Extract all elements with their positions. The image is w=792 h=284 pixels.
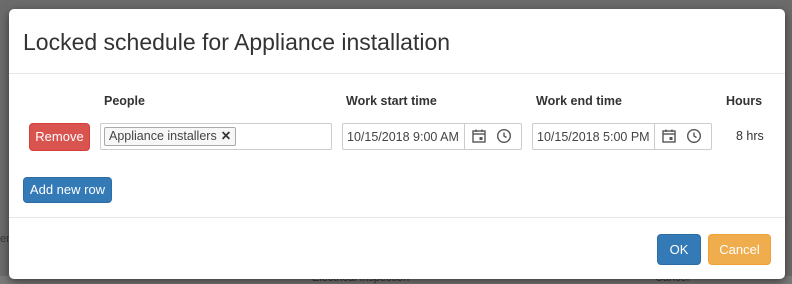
start-column-header: Work start time <box>346 94 437 108</box>
cancel-button[interactable]: Cancel <box>708 234 771 265</box>
people-column-header: People <box>104 94 145 108</box>
hours-column-header: Hours <box>726 94 763 108</box>
start-datetime-input[interactable]: 10/15/2018 9:00 AM <box>342 123 522 150</box>
end-picker-icons <box>654 124 711 149</box>
clock-icon[interactable] <box>686 128 702 144</box>
ok-button[interactable]: OK <box>657 234 701 265</box>
remove-row-button[interactable]: Remove <box>29 123 90 151</box>
dialog-header: Locked schedule for Appliance installati… <box>9 9 785 74</box>
people-input[interactable]: Appliance installers ✕ <box>100 123 332 150</box>
clock-icon[interactable] <box>496 128 512 144</box>
dialog-footer-divider <box>9 217 785 218</box>
end-column-header: Work end time <box>536 94 622 108</box>
people-tag-label: Appliance installers <box>109 129 217 143</box>
end-datetime-value: 10/15/2018 5:00 PM <box>537 130 650 144</box>
start-picker-icons <box>464 124 521 149</box>
end-datetime-input[interactable]: 10/15/2018 5:00 PM <box>532 123 712 150</box>
calendar-icon[interactable] <box>471 128 487 144</box>
dialog-title: Locked schedule for Appliance installati… <box>23 29 451 55</box>
start-datetime-value: 10/15/2018 9:00 AM <box>347 130 459 144</box>
calendar-icon[interactable] <box>661 128 677 144</box>
people-tag: Appliance installers ✕ <box>104 127 237 146</box>
tag-remove-icon[interactable]: ✕ <box>221 129 231 143</box>
locked-schedule-dialog: Locked schedule for Appliance installati… <box>9 9 785 279</box>
hours-value: 8 hrs <box>736 129 764 143</box>
add-row-button[interactable]: Add new row <box>23 177 112 203</box>
